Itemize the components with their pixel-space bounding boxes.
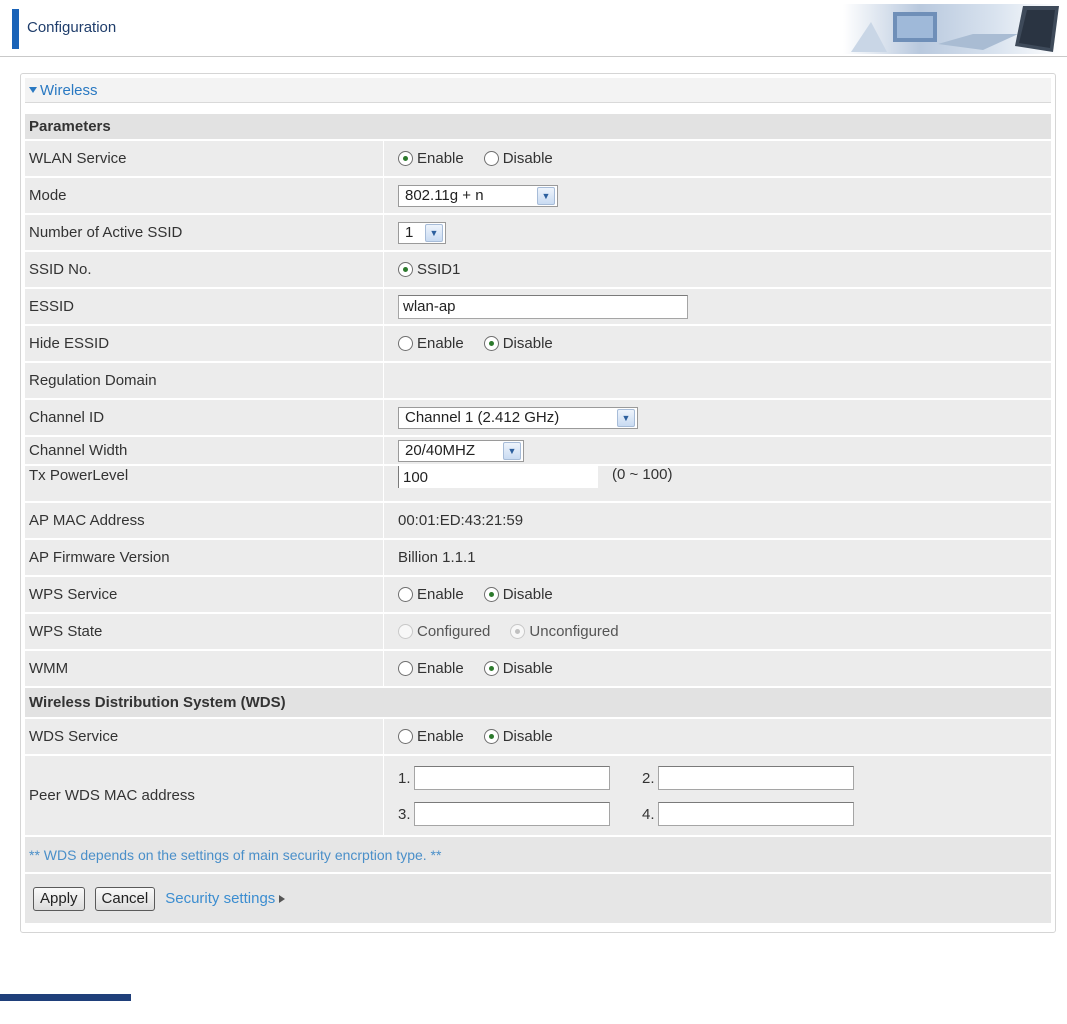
wireless-section-header[interactable]: Wireless bbox=[25, 78, 1051, 103]
active-ssid-label: Number of Active SSID bbox=[29, 224, 183, 241]
peer-mac-item-2: 2. bbox=[642, 766, 854, 790]
tx-power-input[interactable] bbox=[398, 466, 598, 488]
essid-input[interactable] bbox=[398, 294, 688, 319]
play-arrow-icon bbox=[279, 894, 286, 903]
peer-mac-input-3[interactable] bbox=[413, 802, 610, 826]
hide-essid-disable-radio[interactable]: Disable bbox=[483, 335, 553, 352]
wlan-service-label: WLAN Service bbox=[29, 150, 127, 167]
wps-service-enable-radio[interactable]: Enable bbox=[398, 586, 464, 603]
ssid1-radio[interactable]: SSID1 bbox=[398, 261, 460, 278]
footer-bar bbox=[0, 994, 131, 1001]
wps-state-row: WPS State Configured Unconfigured bbox=[25, 614, 1051, 650]
essid-row: ESSID bbox=[25, 289, 1051, 325]
wireless-toggle[interactable]: Wireless bbox=[29, 78, 98, 102]
wireless-panel: Wireless Parameters WLAN Service Enable … bbox=[20, 73, 1056, 933]
chevron-down-icon: ▼ bbox=[617, 408, 635, 427]
channel-width-row: Channel Width 20/40MHZ ▼ bbox=[25, 437, 1051, 465]
wlan-service-enable-radio[interactable]: Enable bbox=[398, 150, 464, 167]
channel-id-row: Channel ID Channel 1 (2.412 GHz) ▼ bbox=[25, 400, 1051, 436]
wmm-disable-radio[interactable]: Disable bbox=[483, 660, 553, 677]
wps-service-row: WPS Service Enable Disable bbox=[25, 577, 1051, 613]
peer-mac-item-3: 3. bbox=[398, 802, 610, 826]
action-row: Apply Cancel Security settings bbox=[25, 874, 1051, 924]
wds-section: Wireless Distribution System (WDS) bbox=[25, 688, 1051, 718]
ssid-no-row: SSID No. SSID1 bbox=[25, 252, 1051, 288]
ap-mac-value: 00:01:ED:43:21:59 bbox=[398, 512, 524, 529]
chevron-down-icon: ▼ bbox=[503, 441, 521, 460]
page-title: Configuration bbox=[27, 19, 117, 36]
tx-power-label: Tx PowerLevel bbox=[29, 467, 129, 484]
essid-label: ESSID bbox=[29, 298, 75, 315]
peer-wds-row: Peer WDS MAC address 1. 2. 3. 4. bbox=[25, 756, 1051, 836]
wds-service-enable-radio[interactable]: Enable bbox=[398, 728, 464, 745]
wds-section-label: Wireless Distribution System (WDS) bbox=[29, 694, 286, 711]
chevron-down-icon: ▼ bbox=[537, 186, 555, 205]
wds-notice-row: ** WDS depends on the settings of main s… bbox=[25, 837, 1051, 873]
regulation-domain-row: Regulation Domain bbox=[25, 363, 1051, 399]
header-accent-bar bbox=[12, 9, 19, 49]
security-settings-link[interactable]: Security settings bbox=[165, 890, 286, 907]
active-ssid-row: Number of Active SSID 1 ▼ bbox=[25, 215, 1051, 251]
ssid-no-label: SSID No. bbox=[29, 261, 92, 278]
peer-mac-item-4: 4. bbox=[642, 802, 854, 826]
wds-service-disable-radio[interactable]: Disable bbox=[483, 728, 553, 745]
wps-state-unconfigured-radio: Unconfigured bbox=[510, 623, 619, 640]
wds-notice: ** WDS depends on the settings of main s… bbox=[29, 846, 442, 863]
header-banner-graphic bbox=[843, 4, 1061, 54]
wmm-enable-radio[interactable]: Enable bbox=[398, 660, 464, 677]
parameters-section: Parameters bbox=[25, 114, 1051, 140]
tx-power-range: (0 ~ 100) bbox=[612, 466, 673, 483]
parameters-label: Parameters bbox=[29, 118, 111, 135]
wlan-service-disable-radio[interactable]: Disable bbox=[483, 150, 553, 167]
wps-service-label: WPS Service bbox=[29, 586, 118, 603]
peer-mac-input-2[interactable] bbox=[657, 766, 854, 790]
chevron-down-icon: ▼ bbox=[425, 223, 443, 242]
apply-button[interactable]: Apply bbox=[33, 886, 85, 911]
wireless-title: Wireless bbox=[40, 81, 98, 99]
wps-state-configured-radio: Configured bbox=[398, 623, 490, 640]
hide-essid-row: Hide ESSID Enable Disable bbox=[25, 326, 1051, 362]
cancel-button[interactable]: Cancel bbox=[94, 886, 156, 911]
mode-row: Mode 802.11g + n ▼ bbox=[25, 178, 1051, 214]
ap-mac-label: AP MAC Address bbox=[29, 512, 145, 529]
wlan-service-row: WLAN Service Enable Disable bbox=[25, 141, 1051, 177]
wds-service-row: WDS Service Enable Disable bbox=[25, 719, 1051, 755]
mode-select[interactable]: 802.11g + n ▼ bbox=[398, 184, 558, 207]
channel-id-select[interactable]: Channel 1 (2.412 GHz) ▼ bbox=[398, 406, 638, 429]
regulation-domain-label: Regulation Domain bbox=[29, 372, 157, 389]
peer-mac-item-1: 1. bbox=[398, 766, 610, 790]
wps-service-disable-radio[interactable]: Disable bbox=[483, 586, 553, 603]
ap-firmware-value: Billion 1.1.1 bbox=[398, 549, 476, 566]
wds-service-label: WDS Service bbox=[29, 728, 119, 745]
wmm-label: WMM bbox=[29, 660, 69, 677]
ap-mac-row: AP MAC Address 00:01:ED:43:21:59 bbox=[25, 503, 1051, 539]
wmm-row: WMM Enable Disable bbox=[25, 651, 1051, 687]
tx-power-row: Tx PowerLevel (0 ~ 100) bbox=[25, 466, 1051, 502]
peer-wds-label: Peer WDS MAC address bbox=[29, 787, 195, 804]
active-ssid-select[interactable]: 1 ▼ bbox=[398, 221, 446, 244]
mode-label: Mode bbox=[29, 187, 67, 204]
ap-firmware-label: AP Firmware Version bbox=[29, 549, 170, 566]
wps-state-label: WPS State bbox=[29, 623, 103, 640]
channel-id-label: Channel ID bbox=[29, 409, 105, 426]
peer-mac-input-1[interactable] bbox=[413, 766, 610, 790]
peer-mac-input-4[interactable] bbox=[657, 802, 854, 826]
hide-essid-label: Hide ESSID bbox=[29, 335, 110, 352]
collapse-triangle-icon bbox=[29, 87, 37, 93]
channel-width-label: Channel Width bbox=[29, 442, 128, 459]
ap-firmware-row: AP Firmware Version Billion 1.1.1 bbox=[25, 540, 1051, 576]
channel-width-select[interactable]: 20/40MHZ ▼ bbox=[398, 439, 524, 462]
page-header: Configuration bbox=[0, 0, 1067, 57]
hide-essid-enable-radio[interactable]: Enable bbox=[398, 335, 464, 352]
